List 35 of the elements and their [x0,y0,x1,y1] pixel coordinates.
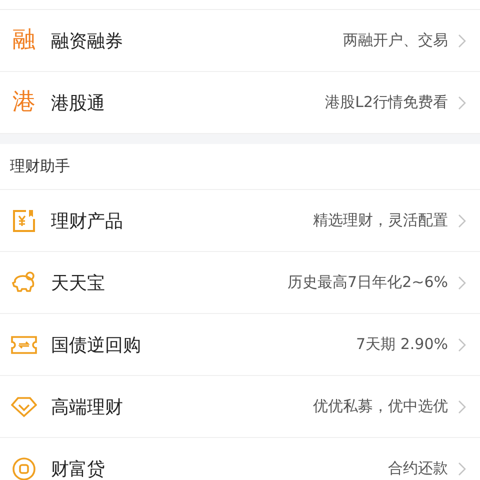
section-title: 理财助手 [10,157,70,176]
coin-icon [12,456,36,480]
menu-row[interactable]: 国债逆回购 7天期 2.90% [0,314,480,376]
menu-row[interactable]: 融 融资融券 两融开户、交易 [0,10,480,72]
menu-detail: 两融开户、交易 [343,31,448,50]
menu-title: 港股通 [51,92,105,114]
menu-title: 理财产品 [51,210,123,232]
menu-detail: 7天期 2.90% [356,335,448,354]
menu-detail: 历史最高7日年化2~6% [288,273,448,292]
menu-row[interactable]: 天天宝 历史最高7日年化2~6% [0,252,480,314]
chevron-icon [458,400,466,414]
menu-detail: 精选理财，灵活配置 [313,211,448,230]
menu-title: 国债逆回购 [51,334,141,356]
menu-title: 财富贷 [51,458,105,480]
chevron-icon [458,338,466,352]
chevron-icon [458,34,466,48]
menu-title: 融资融券 [51,30,123,52]
yen-card-icon [12,208,36,232]
chevron-icon [458,462,466,476]
menu-title: 天天宝 [51,272,105,294]
icon-glyph: 港 [12,91,36,114]
menu-detail: 港股L2行情免费看 [325,93,448,112]
icon-glyph: 融 [12,29,36,52]
chevron-icon [458,96,466,110]
menu-title: 高端理财 [51,396,123,418]
menu-row[interactable]: 财富贷 合约还款 [0,438,480,480]
diamond-icon [11,396,37,418]
piggy-bank-icon [11,270,37,294]
menu-detail: 合约还款 [388,459,448,478]
menu-row[interactable]: 理财产品 精选理财，灵活配置 [0,190,480,252]
menu-detail: 优优私募，优中选优 [313,397,448,416]
ticket-icon [11,334,37,354]
chevron-icon [458,276,466,290]
menu-row[interactable]: 高端理财 优优私募，优中选优 [0,376,480,438]
chevron-icon [458,214,466,228]
